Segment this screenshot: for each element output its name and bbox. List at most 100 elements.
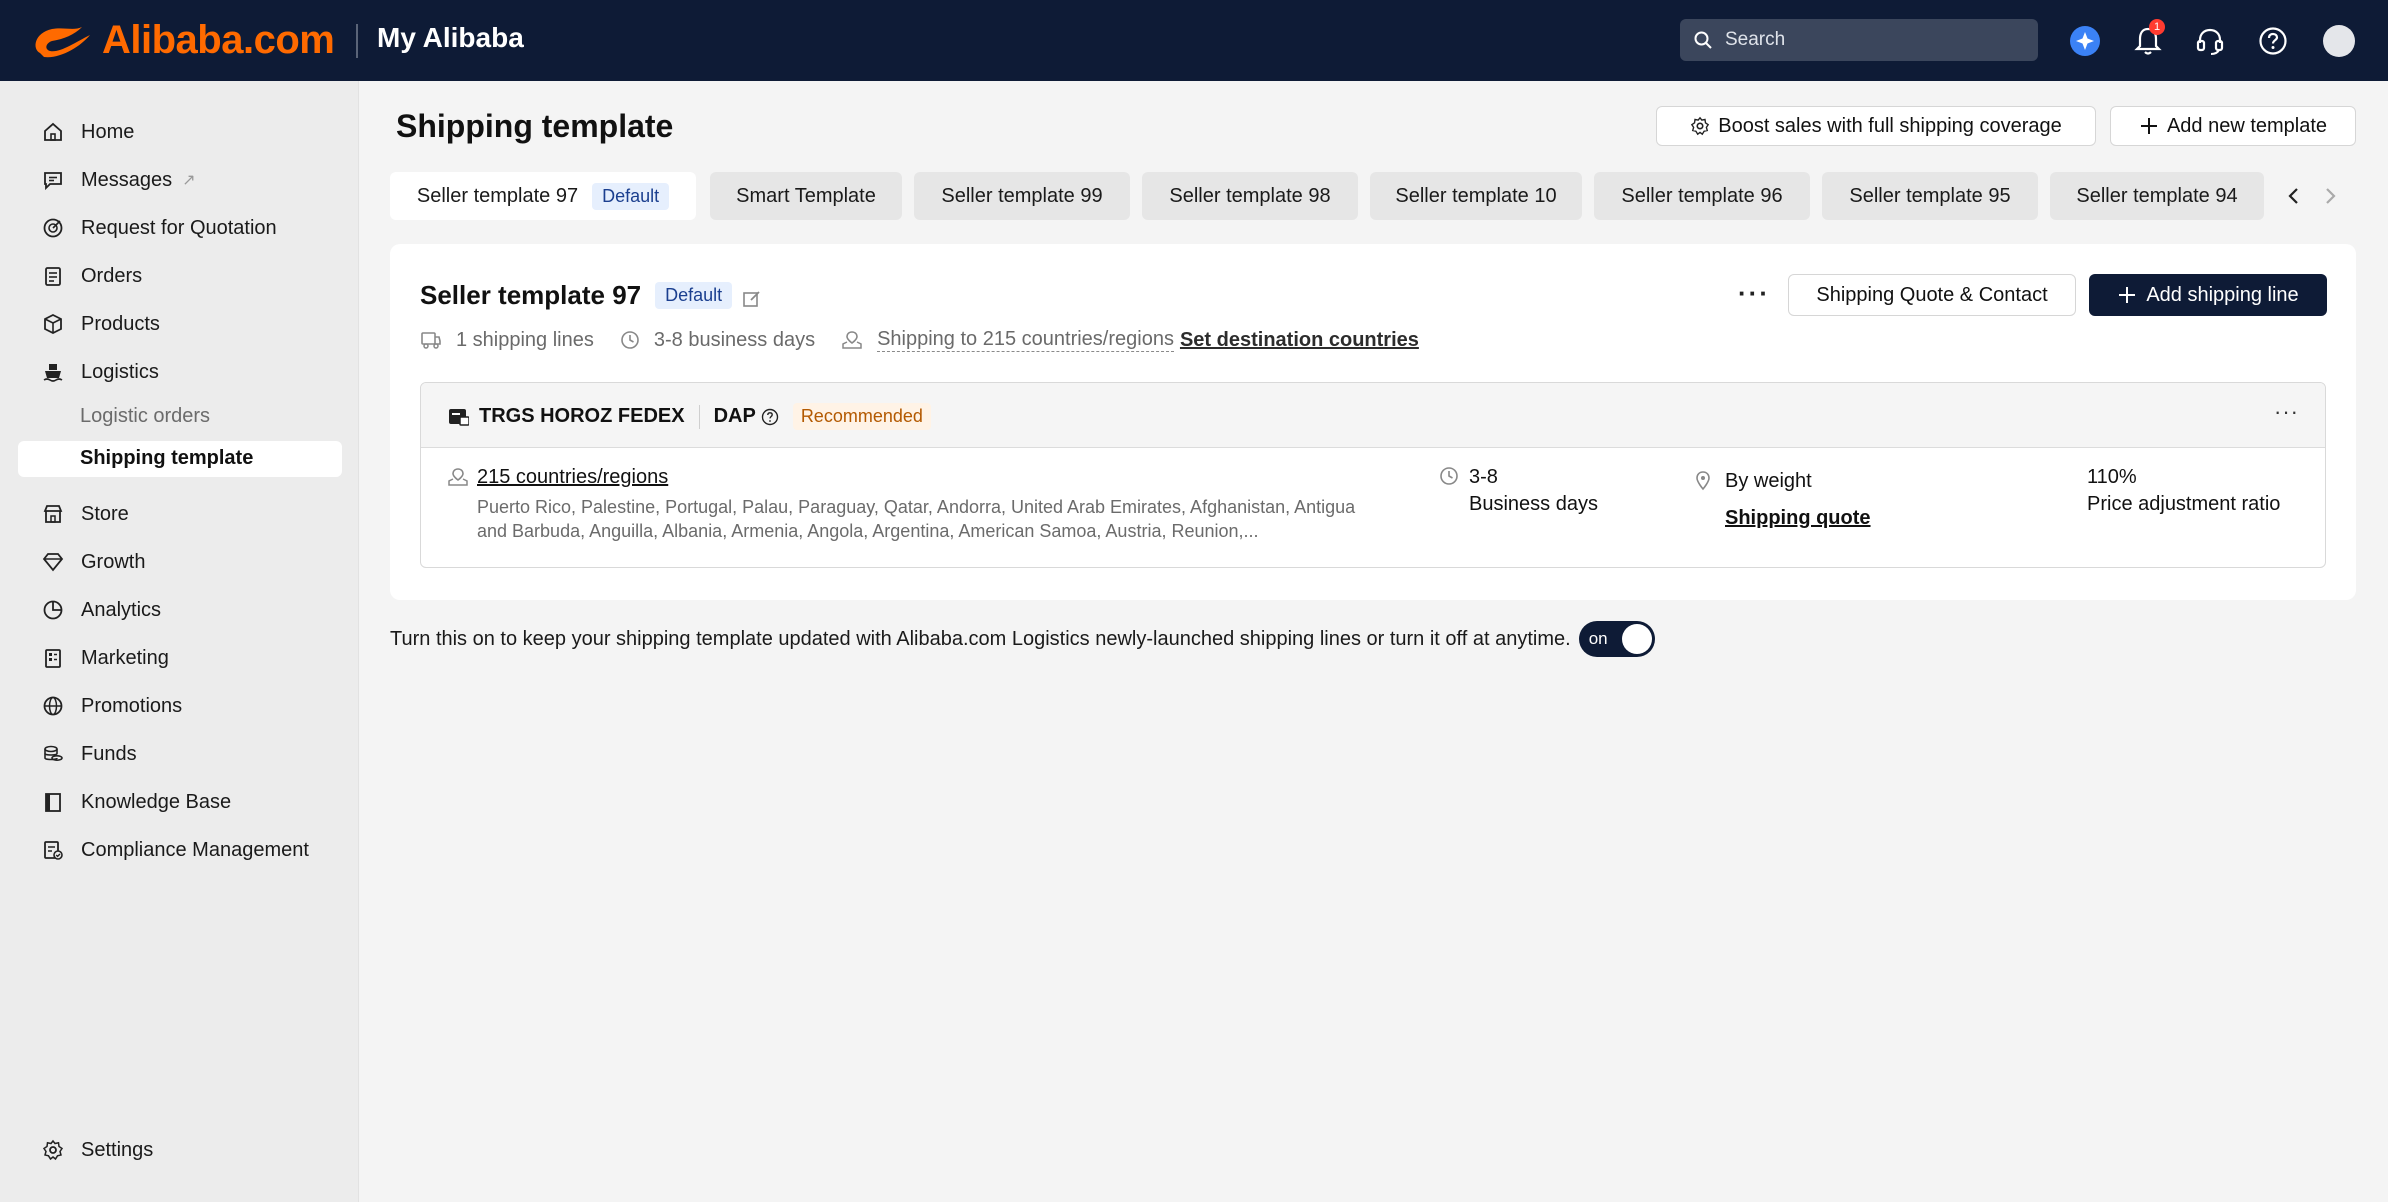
- tabs-next-button[interactable]: [2314, 180, 2346, 212]
- help-icon[interactable]: [761, 408, 779, 426]
- sidebar-item-marketing[interactable]: Marketing: [40, 643, 169, 673]
- sidebar-item-analytics[interactable]: Analytics: [40, 595, 161, 625]
- support-button[interactable]: [2190, 21, 2230, 61]
- sidebar-item-label: Analytics: [81, 598, 162, 621]
- avatar[interactable]: [2319, 21, 2359, 61]
- incoterm: DAP: [713, 405, 756, 427]
- sidebar-item-rfq[interactable]: Request for Quotation: [40, 213, 277, 243]
- notifications-button[interactable]: 1: [2128, 19, 2168, 61]
- compliance-icon: [40, 837, 66, 863]
- tab-seller-template-98[interactable]: Seller template 98: [1142, 172, 1358, 220]
- sidebar-item-label: Funds: [81, 742, 137, 765]
- shipping-quote-contact-button[interactable]: Shipping Quote & Contact: [1788, 274, 2076, 316]
- sidebar-item-compliance[interactable]: Compliance Management: [40, 835, 309, 865]
- countries-regions-link[interactable]: 215 countries/regions: [477, 466, 668, 489]
- gear-icon: [1691, 116, 1710, 136]
- sidebar-item-funds[interactable]: Funds: [40, 739, 137, 769]
- sidebar-item-label: Growth: [81, 550, 146, 573]
- add-new-template-button[interactable]: Add new template: [2110, 106, 2356, 146]
- recommended-badge: Recommended: [792, 403, 931, 430]
- auto-update-row: Turn this on to keep your shipping templ…: [390, 621, 1655, 657]
- sidebar-sub-shipping-template[interactable]: Shipping template: [18, 441, 342, 477]
- sidebar-item-growth[interactable]: Growth: [40, 547, 145, 577]
- search-input[interactable]: [1723, 28, 2027, 52]
- ai-assistant-button[interactable]: [2065, 21, 2105, 61]
- sidebar-item-products[interactable]: Products: [40, 309, 160, 339]
- sidebar-item-logistics[interactable]: Logistics: [40, 357, 159, 387]
- app-title[interactable]: My Alibaba: [377, 22, 524, 54]
- sidebar-item-label: Orders: [81, 264, 143, 287]
- location-map-icon: [842, 331, 862, 349]
- shipping-quote-link[interactable]: Shipping quote: [1725, 507, 1871, 530]
- search-box[interactable]: [1680, 19, 2038, 61]
- sidebar-item-label: Products: [81, 312, 160, 335]
- sidebar-sub-logistic-orders[interactable]: Logistic orders: [80, 405, 210, 428]
- tab-label: Seller template 94: [2076, 184, 2238, 207]
- sidebar-item-store[interactable]: Store: [40, 499, 129, 529]
- sidebar-item-home[interactable]: Home: [40, 117, 134, 147]
- auto-update-toggle[interactable]: on: [1578, 621, 1655, 657]
- price-adjustment-value: 110%: [2087, 466, 2137, 488]
- shipping-line-card: TRGS HOROZ FEDEX DAP Recommended ··· 215…: [420, 382, 2326, 568]
- sidebar-item-messages[interactable]: Messages ↗: [40, 165, 196, 195]
- shipping-line-header: TRGS HOROZ FEDEX DAP Recommended ···: [421, 383, 2325, 448]
- top-header: Alibaba.com My Alibaba 1: [0, 0, 2388, 81]
- add-shipping-line-button[interactable]: Add shipping line: [2089, 274, 2327, 316]
- tab-seller-template-95[interactable]: Seller template 95: [1822, 172, 2038, 220]
- products-icon: [40, 311, 66, 337]
- help-button[interactable]: [2253, 21, 2293, 61]
- pie-icon: [40, 597, 66, 623]
- globe-icon: [40, 693, 66, 719]
- notification-badge: 1: [2149, 19, 2165, 35]
- coins-icon: [40, 741, 66, 767]
- tab-seller-template-94[interactable]: Seller template 94: [2050, 172, 2264, 220]
- tabs-prev-button[interactable]: [2278, 180, 2310, 212]
- pricing-method: By weight: [1725, 470, 1812, 492]
- edit-icon[interactable]: [742, 289, 762, 309]
- toggle-knob: [1621, 624, 1652, 654]
- set-destination-link[interactable]: Set destination countries: [1180, 329, 1419, 352]
- template-meta: 1 shipping lines 3-8 business days Shipp…: [420, 328, 1445, 352]
- headset-icon: [2196, 28, 2224, 55]
- auto-update-text: Turn this on to keep your shipping templ…: [390, 627, 1571, 650]
- sidebar-item-label: Promotions: [81, 694, 183, 717]
- shipping-destinations: Shipping to 215 countries/regions Set de…: [841, 328, 1419, 352]
- add-shipping-line-label: Add shipping line: [2146, 283, 2299, 306]
- tab-seller-template-10[interactable]: Seller template 10: [1370, 172, 1582, 220]
- delivery-days-value: 3-8: [1469, 466, 1498, 488]
- search-icon: [1694, 31, 1712, 49]
- sidebar-item-knowledge-base[interactable]: Knowledge Base: [40, 787, 231, 817]
- carrier-name: TRGS HOROZ FEDEX: [479, 405, 685, 427]
- delivery-days-label: Business days: [1469, 493, 1598, 515]
- tab-seller-template-97[interactable]: Seller template 97 Default: [390, 172, 696, 220]
- home-icon: [40, 119, 66, 145]
- shipping-to-text[interactable]: Shipping to 215 countries/regions: [877, 328, 1174, 352]
- clock-icon: [621, 331, 639, 349]
- sidebar-item-settings[interactable]: Settings: [40, 1135, 153, 1165]
- help-icon: [2259, 27, 2287, 55]
- gear-icon: [40, 1137, 66, 1163]
- sidebar-item-orders[interactable]: Orders: [40, 261, 142, 291]
- marketing-icon: [40, 645, 66, 671]
- truck-icon: [421, 332, 441, 349]
- sidebar-item-label: Store: [81, 502, 129, 525]
- shipping-line-more-button[interactable]: ···: [2274, 399, 2299, 425]
- template-more-button[interactable]: ···: [1738, 278, 1770, 309]
- alibaba-logo[interactable]: Alibaba.com: [30, 18, 335, 63]
- add-new-template-label: Add new template: [2166, 114, 2328, 137]
- tab-seller-template-96[interactable]: Seller template 96: [1594, 172, 1810, 220]
- shipping-box-icon: [449, 408, 469, 426]
- store-icon: [40, 501, 66, 527]
- external-link-icon: ↗: [182, 172, 196, 189]
- shipping-lines-count: 1 shipping lines: [420, 329, 594, 352]
- location-map-icon: [448, 468, 468, 486]
- pin-icon: [1696, 471, 1710, 491]
- sidebar-item-promotions[interactable]: Promotions: [40, 691, 182, 721]
- template-name: Seller template 97: [420, 280, 642, 310]
- tab-label: Seller template 10: [1395, 184, 1557, 207]
- default-badge: Default: [592, 182, 670, 210]
- tab-smart-template[interactable]: Smart Template: [710, 172, 902, 220]
- chevron-right-icon: [2326, 188, 2336, 204]
- boost-sales-button[interactable]: Boost sales with full shipping coverage: [1656, 106, 2096, 146]
- tab-seller-template-99[interactable]: Seller template 99: [914, 172, 1130, 220]
